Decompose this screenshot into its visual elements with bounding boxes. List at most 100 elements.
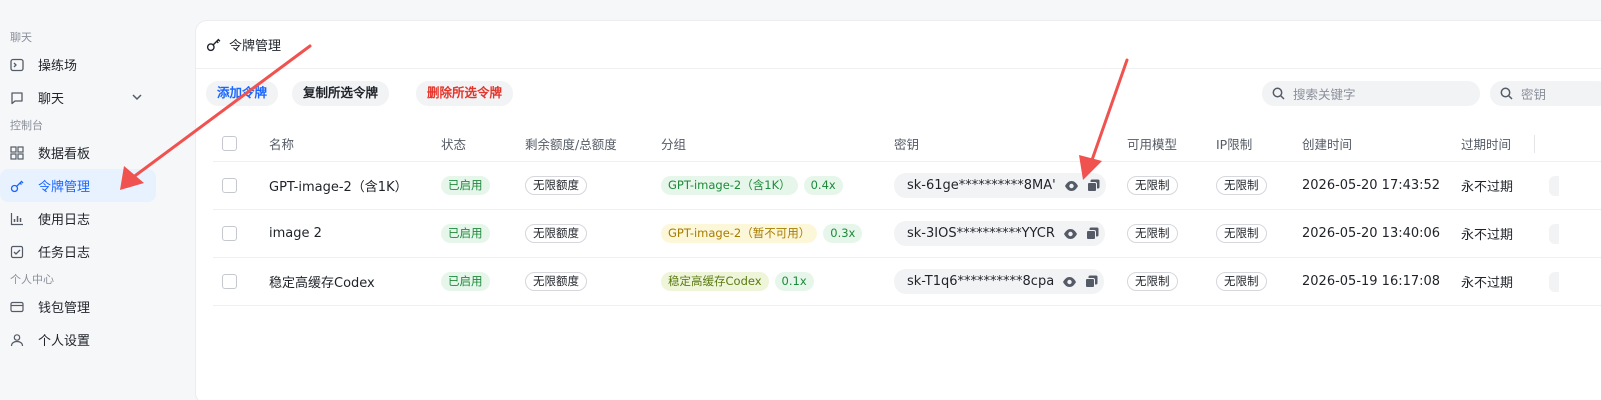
add-token-button[interactable]: 添加令牌: [206, 81, 279, 106]
terminal-icon: [10, 58, 24, 72]
row-action-button[interactable]: [1549, 176, 1559, 196]
sidebar: 聊天 操练场 聊天 控制台 数据看板 令牌管理 使用日志 任务日志 个人中心 钱…: [0, 0, 195, 400]
section-label-chat: 聊天: [10, 31, 32, 44]
ratio-badge: 0.1x: [774, 272, 814, 291]
key-icon: [206, 37, 221, 52]
wallet-icon: [10, 300, 24, 314]
sidebar-item-playground[interactable]: 操练场: [0, 48, 155, 81]
column-header-created[interactable]: 创建时间: [1302, 126, 1352, 161]
copy-selected-tokens-button[interactable]: 复制所选令牌: [292, 81, 390, 106]
row-action-button[interactable]: [1549, 224, 1559, 244]
status-cell: 已启用: [441, 162, 490, 209]
key-cell: sk-3IOS**********YYCR: [894, 210, 1105, 257]
key-cell: sk-61ge**********8MA': [894, 162, 1106, 209]
sidebar-item-chat[interactable]: 聊天: [0, 81, 155, 114]
sidebar-item-dashboard[interactable]: 数据看板: [0, 136, 155, 169]
column-header-ip[interactable]: IP限制: [1216, 126, 1252, 161]
ratio-badge: 0.3x: [823, 224, 863, 243]
column-header-status[interactable]: 状态: [441, 126, 466, 161]
status-badge: 已启用: [441, 176, 490, 195]
ip-cell: 无限制: [1216, 162, 1267, 209]
quota-badge: 无限额度: [525, 224, 587, 243]
table-row[interactable]: image 2 已启用 无限额度 GPT-image-2（暂不可用） 0.3x s…: [213, 210, 1601, 258]
section-label-personal: 个人中心: [10, 273, 54, 286]
expires-time: 永不过期: [1461, 180, 1514, 195]
table-header-row: 名称 状态 剩余额度/总额度 分组 密钥 可用模型 IP限制 创建时间 过期时间: [213, 126, 1601, 162]
bar-chart-icon: [10, 212, 24, 226]
column-header-key[interactable]: 密钥: [894, 126, 919, 161]
row-checkbox-cell: [222, 210, 237, 257]
copy-icon[interactable]: [1085, 275, 1098, 288]
sidebar-item-task-logs[interactable]: 任务日志: [0, 235, 155, 268]
status-cell: 已启用: [441, 258, 490, 305]
ip-cell: 无限制: [1216, 258, 1267, 305]
expires-time: 永不过期: [1461, 276, 1514, 291]
search-icon: [1500, 87, 1513, 100]
row-checkbox-cell: [222, 258, 237, 305]
sidebar-item-label: 数据看板: [38, 147, 91, 162]
delete-selected-tokens-button[interactable]: 删除所选令牌: [416, 81, 514, 106]
column-header-models[interactable]: 可用模型: [1127, 126, 1177, 161]
key-icon: [10, 179, 24, 193]
column-divider: [1534, 135, 1535, 153]
models-cell: 无限制: [1127, 162, 1178, 209]
row-checkbox-cell: [222, 162, 237, 209]
models-cell: 无限制: [1127, 210, 1178, 257]
created-time: 2026-05-19 16:17:08: [1302, 274, 1441, 289]
key-cell: sk-T1q6**********8cpa: [894, 258, 1105, 305]
copy-icon[interactable]: [1085, 227, 1099, 240]
sidebar-item-wallet[interactable]: 钱包管理: [0, 290, 155, 323]
checklist-icon: [10, 245, 24, 259]
sidebar-item-label: 聊天: [38, 92, 65, 107]
created-time: 2026-05-20 13:40:06: [1302, 226, 1441, 241]
token-name: GPT-image-2（含1K）: [269, 180, 408, 195]
row-action-button[interactable]: [1549, 272, 1559, 292]
ip-badge: 无限制: [1216, 176, 1267, 195]
created-time: 2026-05-20 17:43:52: [1302, 178, 1441, 193]
copy-icon[interactable]: [1086, 179, 1100, 192]
keyword-search-input[interactable]: 搜索关键字: [1262, 81, 1480, 106]
eye-icon[interactable]: [1063, 228, 1078, 240]
ip-cell: 无限制: [1216, 210, 1267, 257]
key-search-placeholder: 密钥: [1521, 87, 1547, 102]
key-box: sk-3IOS**********YYCR: [894, 221, 1105, 246]
sidebar-item-token-management[interactable]: 令牌管理: [0, 169, 156, 202]
column-header-group[interactable]: 分组: [661, 126, 686, 161]
sidebar-item-settings[interactable]: 个人设置: [0, 323, 155, 356]
token-table: 名称 状态 剩余额度/总额度 分组 密钥 可用模型 IP限制 创建时间 过期时间…: [213, 126, 1601, 306]
row-checkbox[interactable]: [222, 226, 237, 241]
card-header: 令牌管理: [196, 21, 1601, 69]
row-checkbox[interactable]: [222, 178, 237, 193]
page-title: 令牌管理: [229, 39, 282, 54]
eye-icon[interactable]: [1062, 276, 1077, 288]
table-row[interactable]: 稳定高缓存Codex 已启用 无限额度 稳定高缓存Codex 0.1x sk-T1…: [213, 258, 1601, 306]
status-badge: 已启用: [441, 224, 490, 243]
group-cell: GPT-image-2（暂不可用） 0.3x: [661, 210, 863, 257]
column-header-expires[interactable]: 过期时间: [1461, 126, 1511, 161]
group-badge: GPT-image-2（含1K）: [661, 176, 798, 195]
ip-badge: 无限制: [1216, 224, 1267, 243]
group-badge: 稳定高缓存Codex: [661, 272, 769, 291]
key-search-input[interactable]: 密钥: [1490, 81, 1601, 106]
row-checkbox[interactable]: [222, 274, 237, 289]
chevron-down-icon[interactable]: [131, 91, 143, 107]
ip-badge: 无限制: [1216, 272, 1267, 291]
sidebar-item-usage-logs[interactable]: 使用日志: [0, 202, 155, 235]
search-icon: [1272, 87, 1285, 100]
quota-cell: 无限额度: [525, 258, 587, 305]
table-row[interactable]: GPT-image-2（含1K） 已启用 无限额度 GPT-image-2（含1…: [213, 162, 1601, 210]
dashboard-icon: [10, 145, 24, 160]
models-cell: 无限制: [1127, 258, 1178, 305]
column-header-quota[interactable]: 剩余额度/总额度: [525, 126, 617, 161]
key-box: sk-T1q6**********8cpa: [894, 269, 1105, 294]
select-all-checkbox[interactable]: [222, 136, 237, 151]
status-cell: 已启用: [441, 210, 490, 257]
chat-icon: [10, 91, 24, 105]
quota-cell: 无限额度: [525, 210, 587, 257]
sidebar-item-label: 使用日志: [38, 213, 91, 228]
quota-cell: 无限额度: [525, 162, 587, 209]
token-name: 稳定高缓存Codex: [269, 276, 375, 291]
masked-key: sk-61ge**********8MA': [907, 178, 1056, 193]
column-header-name[interactable]: 名称: [269, 126, 294, 161]
eye-icon[interactable]: [1064, 180, 1079, 192]
